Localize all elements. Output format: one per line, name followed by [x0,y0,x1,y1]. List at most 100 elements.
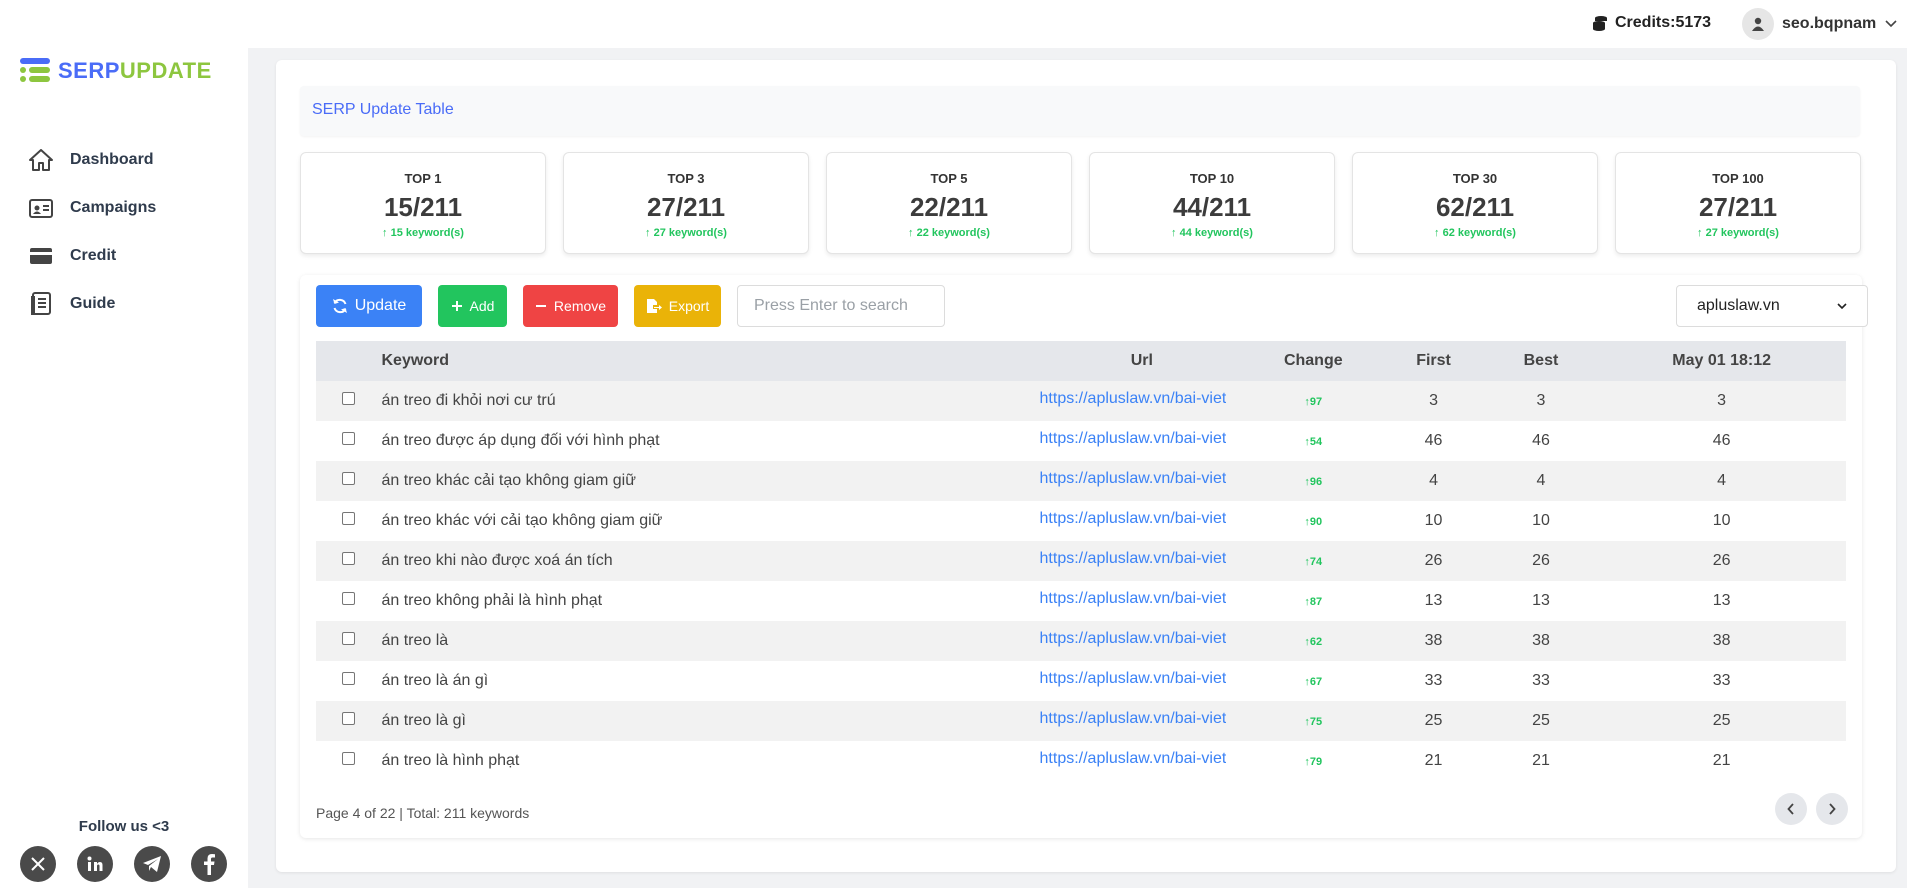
table-row: án treo khác cải tạo không giam giữ http… [316,461,1846,501]
telegram-icon[interactable] [134,846,170,882]
user-menu[interactable]: seo.bqpnam [1742,8,1897,40]
url-cell: https://apluslaw.vn/bai-viet [1040,701,1245,741]
url-link[interactable]: https://apluslaw.vn/bai-viet [1040,750,1227,768]
first-cell: 46 [1424,432,1443,449]
latest-cell: 4 [1717,472,1727,489]
row-checkbox[interactable] [342,672,356,685]
table-row: án treo là hình phạt https://apluslaw.vn… [316,741,1846,781]
add-button[interactable]: Add [438,285,507,327]
row-checkbox[interactable] [342,552,356,565]
url-link[interactable]: https://apluslaw.vn/bai-viet [1040,670,1227,688]
table-title-bar: SERP Update Table [300,86,1860,136]
first-cell: 4 [1429,472,1438,489]
url-cell: https://apluslaw.vn/bai-viet [1040,421,1245,461]
best-cell: 13 [1532,592,1550,609]
facebook-icon[interactable] [191,846,227,882]
row-select-cell [316,381,381,421]
row-checkbox[interactable] [342,712,356,725]
row-select-cell [316,741,381,781]
search-input[interactable] [737,285,945,327]
url-link[interactable]: https://apluslaw.vn/bai-viet [1040,630,1227,648]
table-row: án treo được áp dụng đối với hình phạt h… [316,421,1846,461]
url-link[interactable]: https://apluslaw.vn/bai-viet [1040,390,1227,408]
url-link[interactable]: https://apluslaw.vn/bai-viet [1040,430,1227,448]
row-checkbox[interactable] [342,512,356,525]
change-cell: ↑62 [1244,621,1382,661]
sidebar-item-guide[interactable]: Guide [28,280,156,328]
stat-change: ↑ 62 keyword(s) [1434,227,1516,239]
change-value: ↑74 [1304,556,1323,568]
header-url[interactable]: Url [1040,341,1245,381]
first-cell: 26 [1424,552,1443,569]
export-button[interactable]: Export [634,285,721,327]
coins-icon [1593,16,1607,31]
row-checkbox[interactable] [342,592,356,605]
linkedin-icon[interactable] [77,846,113,882]
change-value: ↑90 [1304,516,1323,528]
header-keyword[interactable]: Keyword [381,341,1039,381]
prev-page-button[interactable] [1775,793,1807,825]
url-link[interactable]: https://apluslaw.vn/bai-viet [1040,470,1227,488]
keyword-cell: án treo đi khỏi nơi cư trú [381,392,556,409]
remove-button[interactable]: Remove [523,285,618,327]
book-icon [28,291,54,317]
next-page-button[interactable] [1816,793,1848,825]
url-link[interactable]: https://apluslaw.vn/bai-viet [1040,510,1227,528]
row-checkbox[interactable] [342,632,356,645]
first-cell: 38 [1424,632,1443,649]
keyword-cell: án treo là án gì [381,672,489,689]
keyword-cell: án treo là [381,632,449,649]
sidebar-item-dashboard[interactable]: Dashboard [28,136,156,184]
stat-card-top1: TOP 1 15/211 ↑ 15 keyword(s) [300,152,546,254]
file-export-icon [646,299,662,313]
update-button-label: Update [354,297,407,314]
domain-select[interactable]: apluslaw.vn [1676,285,1868,327]
update-button[interactable]: Update [316,285,422,327]
first-cell: 33 [1424,672,1443,689]
stat-title: TOP 3 [667,171,705,186]
row-checkbox[interactable] [342,752,356,765]
logo-text-part2: UPDATE [119,58,212,83]
header-best[interactable]: Best [1485,341,1598,381]
url-link[interactable]: https://apluslaw.vn/bai-viet [1040,710,1227,728]
latest-cell: 25 [1712,712,1731,729]
change-cell: ↑54 [1244,421,1382,461]
url-cell: https://apluslaw.vn/bai-viet [1040,461,1245,501]
sidebar-nav: Dashboard Campaigns Credit Guide [28,136,156,328]
logo-text-part1: SERP [58,58,120,83]
header-date[interactable]: May 01 18:12 [1597,341,1846,381]
user-icon [1752,17,1764,31]
change-value: ↑54 [1304,436,1323,448]
logo[interactable]: SERPUPDATE [20,58,212,84]
table-header-row: Keyword Url Change First Best May 01 18:… [316,341,1846,381]
sidebar-item-credit[interactable]: Credit [28,232,156,280]
url-link[interactable]: https://apluslaw.vn/bai-viet [1040,550,1227,568]
stat-value: 15/211 [383,192,463,222]
url-cell: https://apluslaw.vn/bai-viet [1040,581,1245,621]
sidebar: SERPUPDATE Dashboard Campaigns Credit Gu… [0,0,248,888]
x-icon[interactable] [20,846,56,882]
table-row: án treo khác với cải tạo không giam giữ … [316,501,1846,541]
stat-change: ↑ 44 keyword(s) [1171,227,1253,239]
change-value: ↑62 [1304,636,1323,648]
best-cell: 33 [1532,672,1550,689]
change-cell: ↑75 [1244,701,1382,741]
url-link[interactable]: https://apluslaw.vn/bai-viet [1040,590,1227,608]
header-first[interactable]: First [1382,341,1484,381]
table-row: án treo khi nào được xoá án tích https:/… [316,541,1846,581]
sidebar-item-campaigns[interactable]: Campaigns [28,184,156,232]
domain-select-value: apluslaw.vn [1697,297,1780,314]
row-checkbox[interactable] [342,472,356,485]
row-checkbox[interactable] [342,392,356,405]
change-value: ↑97 [1304,396,1323,408]
row-checkbox[interactable] [342,432,356,445]
minus-icon [535,305,546,307]
best-cell: 10 [1532,512,1550,529]
url-cell: https://apluslaw.vn/bai-viet [1040,621,1245,661]
refresh-icon [332,298,347,314]
row-select-cell [316,501,381,541]
stat-change: ↑ 15 keyword(s) [382,227,464,239]
header-change[interactable]: Change [1244,341,1382,381]
change-value: ↑79 [1304,756,1323,768]
sidebar-item-label: Dashboard [70,151,154,168]
